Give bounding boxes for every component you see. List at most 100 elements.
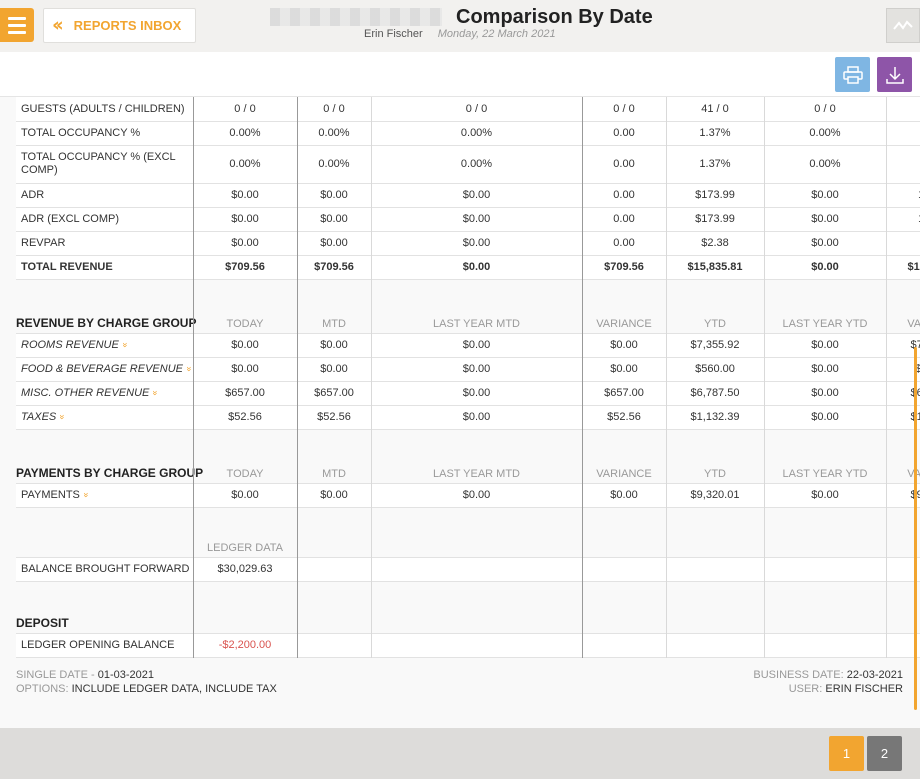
cell-value: $52.56 [297, 405, 371, 430]
report-table: GUESTS (ADULTS / CHILDREN) 0 / 00 / 00 / … [16, 97, 920, 658]
table-row: TOTAL OCCUPANCY % 0.00% 0.00% 0.00% 0.00 1.37… [16, 121, 920, 146]
cell-value: $0.00 [297, 333, 371, 358]
expand-icon[interactable]: » [81, 492, 91, 497]
cell-value: 0.00 [582, 183, 666, 208]
print-icon [842, 65, 863, 84]
cell-value: $0.00 [371, 183, 582, 208]
cell-value: $657.00 [193, 381, 297, 406]
menu-button[interactable] [0, 8, 34, 42]
expand-icon[interactable]: » [58, 414, 68, 419]
cell-value: $0.00 [764, 357, 886, 382]
column-header: YTD [666, 459, 764, 484]
expand-icon[interactable]: » [184, 366, 194, 371]
expand-icon[interactable]: » [120, 342, 130, 347]
expand-icon[interactable]: » [151, 390, 161, 395]
cell-value: 1.37% [666, 145, 764, 184]
spacer-row [16, 429, 920, 459]
cell-value: 0.00 [582, 231, 666, 256]
cell-value: $173.99 [666, 183, 764, 208]
table-row: MISC. OTHER REVENUE» $657.00 $657.00 $0.00 $… [16, 381, 920, 406]
cell-value: $0.00 [582, 357, 666, 382]
table-row: ADR (EXCL COMP) $0.00 $0.00 $0.00 0.00 $173.9… [16, 207, 920, 232]
row-label: TAXES» [16, 405, 193, 430]
column-header: VARIANCE [582, 309, 666, 334]
cell-value: $0.00 [297, 483, 371, 508]
section-header-row: PAYMENTS BY CHARGE GROUP TODAY MTD LAST YEA… [16, 459, 920, 484]
row-label: TOTAL OCCUPANCY % [16, 121, 193, 146]
column-header: MTD [297, 459, 371, 484]
graph-button[interactable] [886, 8, 920, 43]
cell-value: 1.37% [666, 121, 764, 146]
table-row: BALANCE BROUGHT FORWARD $30,029.63 [16, 557, 920, 582]
cell-value: $15,835.81 [666, 255, 764, 280]
ledger-header-row: LEDGER DATA [16, 517, 920, 558]
report-subtitle: Erin Fischer Monday, 22 March 2021 [364, 28, 556, 40]
cell-value: 1.37 [886, 145, 920, 184]
hamburger-icon [8, 16, 26, 20]
cell-value: 0 / 0 [764, 97, 886, 122]
cell-value: 0.00% [764, 145, 886, 184]
column-header: TODAY [193, 459, 297, 484]
row-label: TOTAL REVENUE [16, 255, 193, 280]
column-header: YTD [666, 309, 764, 334]
cell-value: $0.00 [371, 207, 582, 232]
table-row: ADR$0.00$0.00$0.000.00$173.99$0.00173.99 [16, 183, 920, 208]
table-row: LEDGER OPENING BALANCE -$2,200.00 [16, 633, 920, 658]
column-header: MTD [297, 309, 371, 334]
cell-value: $7,355.92 [666, 333, 764, 358]
redacted-block [270, 8, 442, 26]
cell-value: $0.00 [371, 381, 582, 406]
print-button[interactable] [835, 57, 870, 92]
section-header-row: DEPOSIT [16, 611, 920, 634]
cell-value: $0.00 [764, 231, 886, 256]
cell-value: $0.00 [764, 255, 886, 280]
cell-value: $0.00 [297, 207, 371, 232]
cell-value: 173.99 [886, 207, 920, 232]
cell-value: $0.00 [582, 483, 666, 508]
page-1-button[interactable]: 1 [829, 736, 864, 771]
cell-value: $0.00 [764, 381, 886, 406]
cell-value: $0.00 [764, 207, 886, 232]
cell-value: 1.37 [886, 121, 920, 146]
row-label: ROOMS REVENUE» [16, 333, 193, 358]
pagination-bar: 1 2 [0, 728, 920, 779]
cell-value: $9,320.01 [666, 483, 764, 508]
reports-inbox-button[interactable]: ‹‹ REPORTS INBOX [43, 8, 196, 43]
cell-value: $0.00 [764, 405, 886, 430]
business-date-value: 22-03-2021 [846, 669, 903, 681]
column-header: LEDGER DATA [193, 517, 297, 558]
footer-user-value: ERIN FISCHER [825, 683, 903, 695]
cell-value: $657.00 [297, 381, 371, 406]
cell-value: $0.00 [193, 207, 297, 232]
cell-value: 41 / 0 [886, 97, 920, 122]
download-button[interactable] [877, 57, 912, 92]
spacer-row [16, 507, 920, 517]
section-header-row: REVENUE BY CHARGE GROUP TODAY MTD LAST YEAR… [16, 309, 920, 334]
cell-value: 0.00% [764, 121, 886, 146]
cell-value: $15,835.81 [886, 255, 920, 280]
section-title: PAYMENTS BY CHARGE GROUP [16, 459, 203, 484]
single-date-value: 01-03-2021 [97, 669, 154, 681]
cell-value: 0.00% [297, 145, 371, 184]
cell-value: 0.00% [371, 121, 582, 146]
cell-value: 0 / 0 [297, 97, 371, 122]
cell-value: $52.56 [193, 405, 297, 430]
column-header: VARIANCE [582, 459, 666, 484]
reports-inbox-label: REPORTS INBOX [73, 18, 182, 33]
cell-value: $0.00 [193, 483, 297, 508]
row-label: FOOD & BEVERAGE REVENUE» [16, 357, 194, 382]
column-header: TODAY [193, 309, 297, 334]
cell-value: $0.00 [297, 231, 371, 256]
row-label: ADR (EXCL COMP) [16, 207, 193, 232]
cell-value: $52.56 [582, 405, 666, 430]
cell-value: $709.56 [193, 255, 297, 280]
cell-value: $173.99 [666, 207, 764, 232]
header-bar: ‹‹ REPORTS INBOX Comparison By Date Erin… [0, 0, 920, 52]
cell-value: 0.00 [582, 121, 666, 146]
page-title: Comparison By Date [456, 6, 653, 28]
cell-value: 41 / 0 [666, 97, 764, 122]
cell-value: $657.00 [582, 381, 666, 406]
column-header: LAST YEAR MTD [371, 309, 582, 334]
page-2-button[interactable]: 2 [867, 736, 902, 771]
scrollbar[interactable] [914, 347, 917, 710]
